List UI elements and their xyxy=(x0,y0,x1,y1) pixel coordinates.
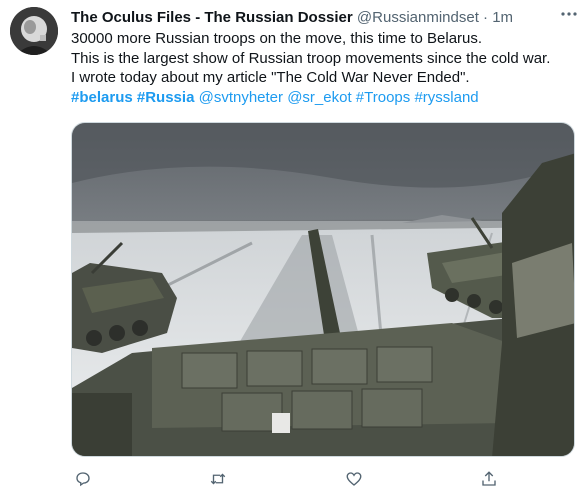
author-handle[interactable]: @Russianmindset xyxy=(357,9,479,26)
hashtag-ryssland[interactable]: #ryssland xyxy=(414,89,478,106)
hashtag-russia[interactable]: #Russia xyxy=(137,89,195,106)
tweet-media-image[interactable] xyxy=(71,122,575,457)
tweet-line: 30000 more Russian troops on the move, t… xyxy=(71,30,483,47)
reply-icon[interactable] xyxy=(71,467,95,491)
hashtag-troops[interactable]: #Troops xyxy=(356,89,410,106)
share-icon[interactable] xyxy=(477,467,501,491)
tweet-card[interactable]: The Oculus Files - The Russian Dossier @… xyxy=(0,0,587,495)
tweet-text: 30000 more Russian troops on the move, t… xyxy=(71,29,576,107)
retweet-icon[interactable] xyxy=(206,467,230,491)
mention-svtnyheter[interactable]: @svtnyheter xyxy=(199,89,283,106)
tweet-line: This is the largest show of Russian troo… xyxy=(71,49,551,67)
hashtag-belarus[interactable]: #belarus xyxy=(71,89,133,106)
separator-dot: · xyxy=(483,9,489,26)
tweet-time[interactable]: 1m xyxy=(492,9,513,26)
avatar[interactable] xyxy=(10,7,58,55)
author-name[interactable]: The Oculus Files - The Russian Dossier xyxy=(71,9,353,26)
tweet-actions xyxy=(71,467,501,491)
tweet-header: The Oculus Files - The Russian Dossier @… xyxy=(71,8,571,28)
mention-sr-ekot[interactable]: @sr_ekot xyxy=(287,89,351,106)
more-dots-icon[interactable] xyxy=(558,5,580,27)
like-icon[interactable] xyxy=(342,467,366,491)
tweet-tags: #belarus #Russia @svtnyheter @sr_ekot #T… xyxy=(71,88,576,108)
tweet-line: I wrote today about my article "The Cold… xyxy=(71,69,470,87)
